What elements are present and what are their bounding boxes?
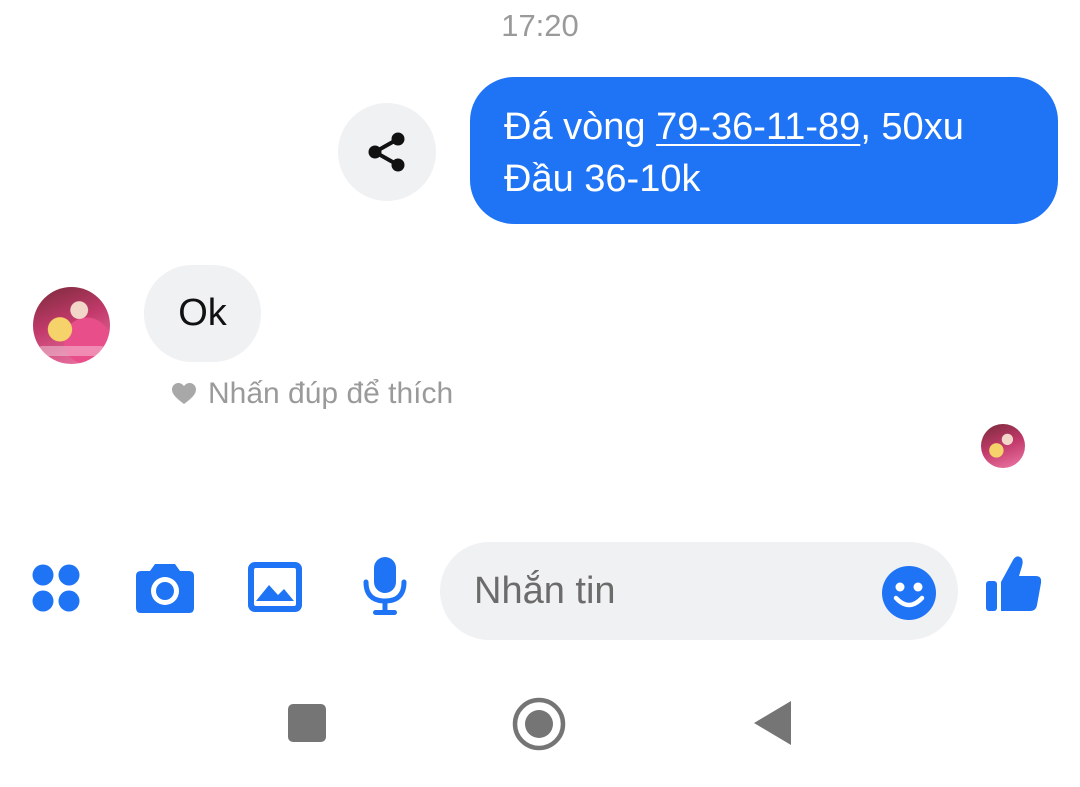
voice-message-button[interactable]: [360, 556, 410, 616]
thumbs-up-icon: [986, 556, 1042, 611]
sent-message-line2: Đầu 36-10k: [504, 158, 701, 200]
microphone-icon: [363, 557, 407, 615]
sent-message-suffix: , 50xu: [860, 106, 964, 148]
grid-dots-icon: [32, 564, 80, 612]
more-actions-button[interactable]: [28, 560, 84, 616]
emoji-button[interactable]: [881, 565, 937, 621]
triangle-back-icon: [754, 701, 791, 745]
share-button[interactable]: [338, 103, 436, 201]
smiley-icon: [882, 566, 936, 620]
double-tap-like-hint: Nhấn đúp để thích: [172, 377, 453, 411]
square-icon: [288, 704, 326, 742]
message-timestamp: 17:20: [501, 8, 579, 43]
received-message-text: Ok: [178, 292, 227, 334]
phone-number-link[interactable]: 79-36-11-89: [656, 106, 860, 148]
message-input-placeholder: Nhắn tin: [474, 569, 616, 612]
camera-icon: [136, 564, 194, 613]
circle-icon: [512, 697, 566, 751]
sent-message-prefix: Đá vòng: [504, 106, 657, 148]
sent-message-bubble[interactable]: Đá vòng 79-36-11-89, 50xu Đầu 36-10k: [470, 77, 1058, 224]
received-message-bubble[interactable]: Ok: [144, 265, 261, 362]
contact-avatar[interactable]: [33, 287, 110, 364]
nav-recents-button[interactable]: [286, 702, 328, 744]
sent-message-line1: Đá vòng 79-36-11-89, 50xu: [504, 101, 1058, 153]
gallery-button[interactable]: [246, 560, 304, 614]
heart-icon: [172, 383, 196, 404]
like-hint-text: Nhấn đúp để thích: [208, 377, 454, 410]
image-icon: [248, 562, 302, 612]
nav-back-button[interactable]: [752, 699, 794, 747]
like-button[interactable]: [984, 553, 1044, 615]
nav-home-button[interactable]: [510, 695, 568, 753]
seen-receipt-avatar: [981, 424, 1025, 468]
share-icon: [368, 132, 405, 172]
camera-button[interactable]: [134, 558, 196, 616]
